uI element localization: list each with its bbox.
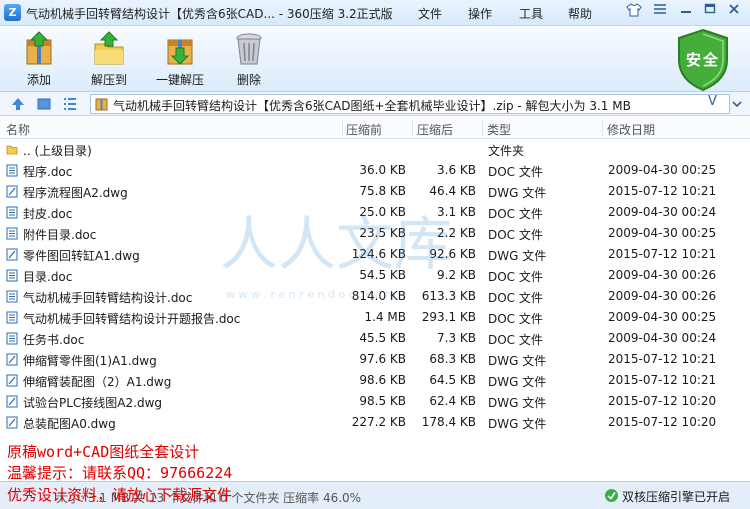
column-type[interactable]: 类型 [487, 121, 511, 138]
security-badge-label: 安全 [685, 51, 720, 69]
one-click-extract-button[interactable]: 一键解压 [145, 28, 215, 88]
delete-button[interactable]: 删除 [214, 28, 284, 88]
dwg-file-icon [6, 248, 18, 261]
list-item[interactable]: 附件目录.doc 23.5 KB 2.2 KB DOC 文件 2009-04-3… [0, 223, 750, 244]
menu-help[interactable]: 帮助 [568, 5, 592, 22]
path-history-button[interactable]: V [708, 94, 717, 109]
extract-folder-icon [94, 31, 124, 65]
list-item[interactable]: 伸缩臂零件图(1)A1.dwg 97.6 KB 68.3 KB DWG 文件 2… [0, 349, 750, 370]
zip-archive-icon [95, 98, 108, 111]
extract-to-label: 解压到 [90, 73, 127, 87]
dwg-file-icon [6, 353, 18, 366]
doc-file-icon [6, 290, 18, 303]
path-field[interactable]: 气动机械手回转臂结构设计【优秀含6张CAD图纸+全套机械毕业设计】.zip - … [90, 94, 730, 114]
column-packed[interactable]: 压缩后 [417, 121, 453, 138]
column-header: 名称 压缩前 压缩后 类型 修改日期 [0, 117, 750, 139]
maximize-icon[interactable] [700, 3, 720, 21]
list-item[interactable]: 伸缩臂装配图（2）A1.dwg 98.6 KB 64.5 KB DWG 文件 2… [0, 370, 750, 391]
list-item[interactable]: .. (上级目录) 文件夹 [0, 139, 750, 160]
dwg-file-icon [6, 416, 18, 429]
doc-file-icon [6, 332, 18, 345]
list-view-icon[interactable] [62, 96, 78, 112]
close-icon[interactable] [724, 3, 744, 21]
overlay-note-contact: 温馨提示：请联系QQ：97666224 [7, 464, 233, 482]
extract-to-button[interactable]: 解压到 [74, 28, 144, 88]
dwg-file-icon [6, 395, 18, 408]
add-archive-icon [26, 31, 52, 65]
list-item[interactable]: 程序.doc 36.0 KB 3.6 KB DOC 文件 2009-04-30 … [0, 160, 750, 181]
one-click-extract-icon [167, 39, 193, 65]
overlay-note-design: 原稿word+CAD图纸全套设计 [7, 443, 200, 461]
doc-file-icon [6, 227, 18, 240]
toolbar: 添加 解压到 一键解压 删除 [0, 26, 750, 92]
list-item[interactable]: 气动机械手回转臂结构设计.doc 814.0 KB 613.3 KB DOC 文… [0, 286, 750, 307]
column-size[interactable]: 压缩前 [346, 121, 382, 138]
doc-file-icon [6, 164, 18, 177]
dual-core-engine-icon [605, 489, 618, 502]
chevron-down-icon[interactable] [730, 97, 744, 111]
list-item[interactable]: 试验台PLC接线图A2.dwg 98.5 KB 62.4 KB DWG 文件 2… [0, 391, 750, 412]
title-bar: Z 气动机械手回转臂结构设计【优秀含6张CAD... - 360压缩 3.2正式… [0, 0, 750, 26]
list-item[interactable]: 零件图回转缸A1.dwg 124.6 KB 92.6 KB DWG 文件 201… [0, 244, 750, 265]
menu-tools[interactable]: 工具 [519, 5, 543, 22]
window-title: 气动机械手回转臂结构设计【优秀含6张CAD... - 360压缩 3.2正式版 [26, 7, 393, 21]
path-bar: 气动机械手回转臂结构设计【优秀含6张CAD图纸+全套机械毕业设计】.zip - … [0, 92, 750, 116]
list-item[interactable]: 程序流程图A2.dwg 75.8 KB 46.4 KB DWG 文件 2015-… [0, 181, 750, 202]
delete-label: 删除 [236, 73, 261, 87]
menu-file[interactable]: 文件 [418, 5, 442, 22]
doc-file-icon [6, 311, 18, 324]
list-item[interactable]: 目录.doc 54.5 KB 9.2 KB DOC 文件 2009-04-30 … [0, 265, 750, 286]
menu-operate[interactable]: 操作 [468, 5, 492, 22]
archive-path: 气动机械手回转臂结构设计【优秀含6张CAD图纸+全套机械毕业设计】.zip - … [113, 99, 631, 113]
folder-icon [6, 145, 18, 155]
one-click-extract-label: 一键解压 [155, 73, 204, 87]
doc-file-icon [6, 206, 18, 219]
skin-shirt-icon[interactable] [624, 3, 644, 21]
list-item[interactable]: 气动机械手回转臂结构设计开题报告.doc 1.4 MB 293.1 KB DOC… [0, 307, 750, 328]
main-menu-icon[interactable] [650, 3, 670, 21]
column-modified[interactable]: 修改日期 [607, 121, 655, 138]
file-list: .. (上级目录) 文件夹 程序.doc 36.0 KB 3.6 KB DOC … [0, 139, 750, 439]
up-level-icon[interactable] [10, 96, 26, 112]
add-button[interactable]: 添加 [4, 28, 74, 88]
app-logo-icon: Z [4, 4, 21, 21]
dwg-file-icon [6, 374, 18, 387]
add-label: 添加 [26, 73, 51, 87]
list-item[interactable]: 总装配图A0.dwg 227.2 KB 178.4 KB DWG 文件 2015… [0, 412, 750, 433]
engine-status: 双核压缩引擎已开启 [622, 490, 731, 504]
column-name[interactable]: 名称 [6, 121, 30, 138]
trash-bin-icon [236, 33, 262, 65]
minimize-icon[interactable] [676, 3, 696, 21]
doc-file-icon [6, 269, 18, 282]
list-item[interactable]: 任务书.doc 45.5 KB 7.3 KB DOC 文件 2009-04-30… [0, 328, 750, 349]
thumbnail-view-icon[interactable] [36, 96, 52, 112]
dwg-file-icon [6, 185, 18, 198]
list-item[interactable]: 封皮.doc 25.0 KB 3.1 KB DOC 文件 2009-04-30 … [0, 202, 750, 223]
overlay-note-download: 优秀设计资料，请放心下载源文件 [7, 486, 233, 504]
